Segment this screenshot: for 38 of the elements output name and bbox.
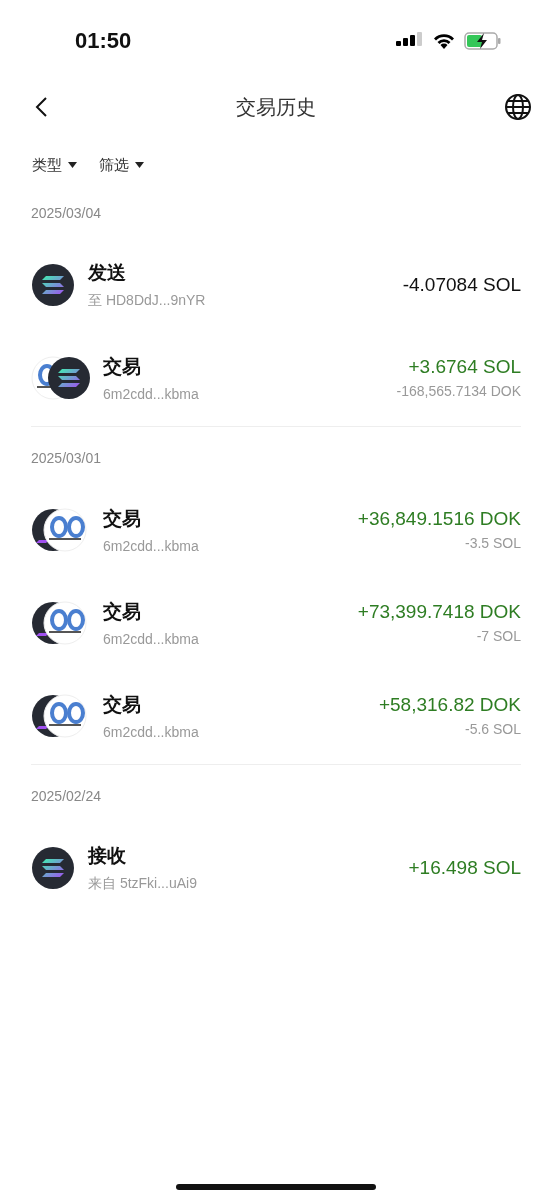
wifi-icon [432,32,456,50]
address-text: 6m2cdd...kbma [103,537,200,554]
token-pair-icon [31,355,91,400]
secondary-amount: -168,565.7134 DOK [396,383,521,399]
address-text: 6m2cdd...kbma [103,385,200,402]
transaction-type: 交易 [103,599,142,624]
transaction-type: 发送 [88,260,127,285]
address-text: 6m2cdd...kbma [103,723,200,740]
secondary-amount: -5.6 SOL [464,721,521,737]
transaction-type: 接收 [88,843,127,868]
amount-text: +3.6764 SOL [408,356,521,378]
back-icon[interactable] [34,96,48,118]
date-header: 2025/03/04 [31,204,103,223]
date-header: 2025/02/24 [31,787,103,806]
page-title: 交易历史 [236,94,316,120]
date-header: 2025/03/01 [31,449,103,468]
amount-text: +73,399.7418 DOK [357,601,521,623]
status-time: 01:50 [75,28,132,54]
caret-icon [135,162,144,168]
amount-text: -4.07084 SOL [402,273,521,296]
filter-dropdown[interactable]: 筛选 [99,155,144,175]
token-icon [31,845,75,890]
caret-icon [68,162,77,168]
secondary-amount: -7 SOL [476,628,521,644]
secondary-amount: -3.5 SOL [464,535,521,551]
amount-text: +58,316.82 DOK [378,694,521,716]
address-text: 至 HD8DdJ...9nYR [88,291,207,310]
amount-text: +16.498 SOL [408,856,521,879]
address-text: 6m2cdd...kbma [103,630,200,647]
battery-icon [464,32,502,50]
filter-dropdown[interactable]: 类型 [32,155,77,175]
address-text: 来自 5tzFki...uAi9 [88,874,198,893]
token-icon [31,262,75,307]
transaction-type: 交易 [103,692,142,717]
transaction-type: 交易 [103,354,142,379]
transaction-type: 交易 [103,506,142,531]
globe-icon[interactable] [504,93,532,121]
amount-text: +36,849.1516 DOK [357,508,521,530]
